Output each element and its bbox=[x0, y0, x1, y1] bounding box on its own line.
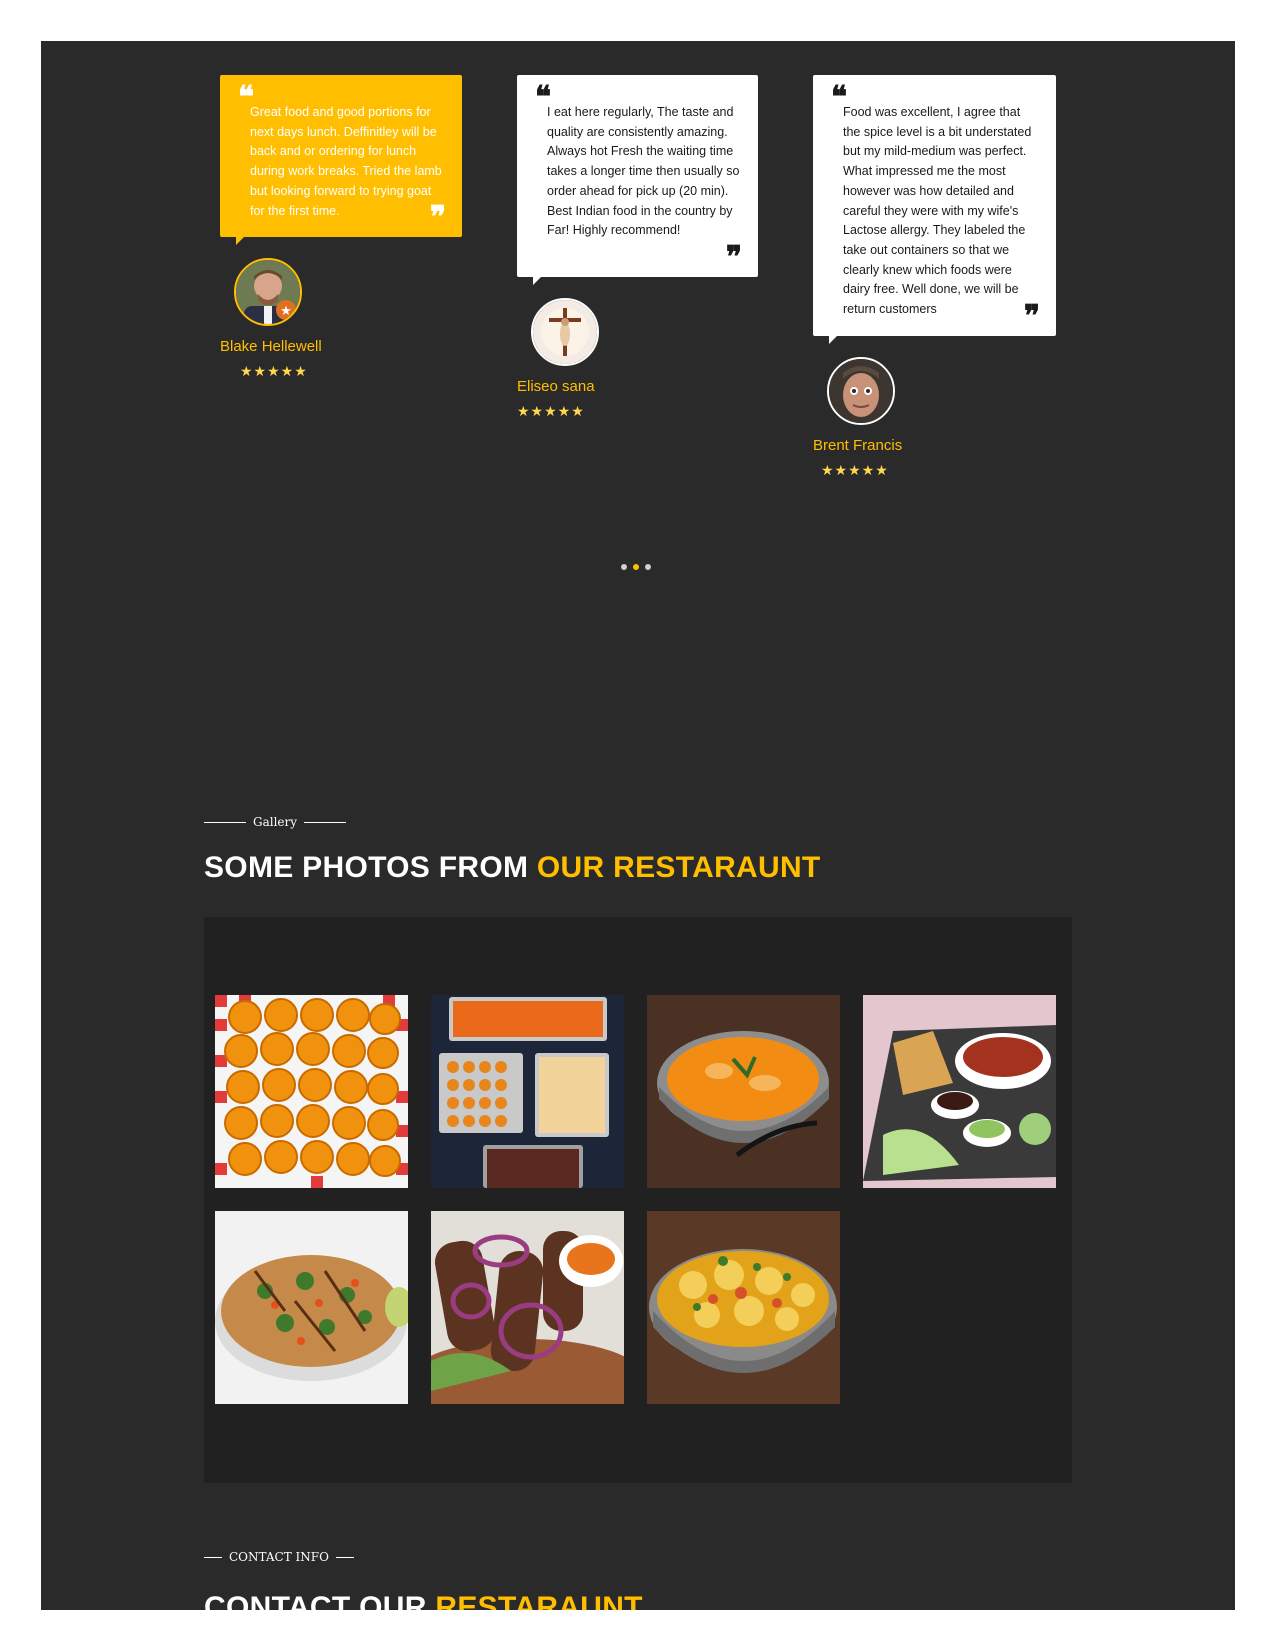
gallery-photo-samosa-plate[interactable] bbox=[863, 995, 1056, 1188]
divider bbox=[335, 1556, 354, 1558]
quote-close-icon: ❞ bbox=[1023, 299, 1040, 334]
reviewer-name: Eliseo sana bbox=[517, 378, 595, 395]
kicker-label: Gallery bbox=[253, 815, 298, 829]
gallery-photo-aloo-gobi[interactable] bbox=[647, 1211, 840, 1404]
heading-accent: OUR RESTARAUNT bbox=[536, 851, 821, 884]
testimonial-card-2: ❝ I eat here regularly, The taste and qu… bbox=[517, 75, 758, 285]
quote-open-icon: ❝ bbox=[535, 80, 552, 115]
star-rating: ★★★★★ bbox=[517, 403, 585, 419]
testimonial-card-1: ❝ Great food and good portions for next … bbox=[220, 75, 462, 245]
gallery-kicker: Gallery bbox=[204, 815, 347, 829]
reviewer-name: Blake Hellewell bbox=[220, 338, 322, 355]
star-rating: ★★★★★ bbox=[240, 363, 308, 379]
divider bbox=[204, 821, 246, 823]
quote-close-icon: ❞ bbox=[725, 240, 742, 275]
testimonial-card-3: ❝ Food was excellent, I agree that the s… bbox=[813, 75, 1056, 344]
carousel-dot-3[interactable] bbox=[645, 564, 651, 570]
carousel-dot-2[interactable] bbox=[633, 564, 639, 570]
carousel-dot-1[interactable] bbox=[621, 564, 627, 570]
gallery-photo-butter-chicken[interactable] bbox=[647, 995, 840, 1188]
carousel-pagination bbox=[621, 557, 657, 575]
quote-open-icon: ❝ bbox=[238, 80, 255, 115]
testimonial-text: I eat here regularly, The taste and qual… bbox=[547, 105, 740, 238]
gallery-photo-laddu[interactable] bbox=[215, 995, 408, 1188]
testimonial-text: Great food and good portions for next da… bbox=[250, 105, 442, 218]
svg-text:★: ★ bbox=[280, 304, 292, 319]
contact-kicker: CONTACT INFO bbox=[204, 1550, 354, 1564]
gallery-heading: SOME PHOTOS FROM OUR RESTARAUNT bbox=[204, 851, 821, 885]
star-rating: ★★★★★ bbox=[821, 462, 889, 478]
quote-open-icon: ❝ bbox=[831, 80, 848, 115]
gallery-photo-sweets-trays[interactable] bbox=[431, 995, 624, 1188]
gallery-photo-biryani[interactable] bbox=[215, 1211, 408, 1404]
avatar bbox=[827, 357, 895, 425]
speech-tail bbox=[236, 236, 245, 245]
kicker-label: CONTACT INFO bbox=[229, 1550, 329, 1564]
divider bbox=[304, 821, 347, 823]
quote-close-icon: ❞ bbox=[429, 200, 446, 235]
avatar bbox=[531, 298, 599, 366]
testimonial-text: Food was excellent, I agree that the spi… bbox=[843, 105, 1032, 317]
heading-text: SOME PHOTOS FROM bbox=[204, 851, 529, 884]
gallery-photo-seekh-kebab[interactable] bbox=[431, 1211, 624, 1404]
heading-text: CONTACT OUR bbox=[204, 1591, 427, 1610]
heading-accent: RESTARAUNT bbox=[435, 1591, 643, 1610]
speech-tail bbox=[533, 276, 542, 285]
avatar: ★ bbox=[234, 258, 302, 326]
reviewer-name: Brent Francis bbox=[813, 437, 903, 454]
speech-tail bbox=[829, 335, 838, 344]
page-frame: ❝ Great food and good portions for next … bbox=[41, 41, 1235, 1610]
contact-heading: CONTACT OUR RESTARAUNT bbox=[204, 1591, 643, 1610]
divider bbox=[204, 1556, 222, 1558]
photo-gallery bbox=[204, 917, 1072, 1483]
